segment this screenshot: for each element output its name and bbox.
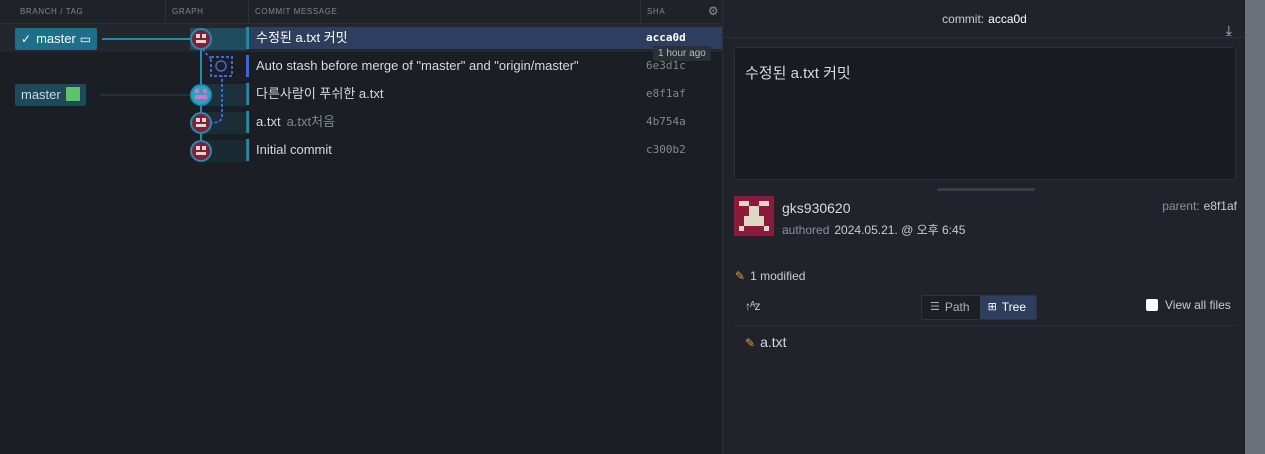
branch-label: master <box>21 87 61 102</box>
gear-icon[interactable]: ⚙ <box>707 5 720 18</box>
commit-message-text: 수정된 a.txt 커밋 <box>745 65 851 82</box>
authored-date: 2024.05.21. @ 오후 6:45 <box>834 223 966 237</box>
stash-node[interactable] <box>210 56 233 77</box>
commit-sha-value: acca0d <box>988 12 1027 26</box>
file-name: a.txt <box>760 334 787 350</box>
check-icon: ✓ <box>21 32 32 46</box>
tree-icon: ⊞ <box>987 301 997 313</box>
sort-az-icon[interactable]: ↑ᴬz <box>745 299 760 313</box>
commit-node-4b754a[interactable] <box>190 112 212 134</box>
parent-info[interactable]: parent: e8f1af <box>1162 199 1237 213</box>
file-item[interactable]: ✎ a.txt <box>745 334 787 350</box>
checkbox-box[interactable] <box>1146 299 1158 311</box>
stash-line <box>200 38 223 124</box>
author-name: gks930620 <box>782 200 851 216</box>
modified-count: ✎ 1 modified <box>735 269 805 283</box>
view-all-label: View all files <box>1165 298 1231 312</box>
list-icon: ☰ <box>930 301 940 313</box>
commit-node-acca0d[interactable] <box>190 28 212 50</box>
column-graph[interactable]: GRAPH <box>166 0 249 24</box>
pencil-icon: ✎ <box>745 336 756 350</box>
authored-info: authored 2024.05.21. @ 오후 6:45 <box>782 221 965 238</box>
branch-chip-remote-master[interactable]: master <box>15 84 86 106</box>
view-all-files-checkbox[interactable]: View all files <box>1146 298 1231 312</box>
commit-time-tooltip: 1 hour ago <box>653 46 711 61</box>
commit-message-box[interactable]: 수정된 a.txt 커밋 <box>734 47 1236 180</box>
commit-node-c300b2[interactable] <box>190 140 212 162</box>
git-client-window: BRANCH / TAG GRAPH COMMIT MESSAGE SHA ⚙ … <box>0 0 1265 454</box>
author-avatar <box>734 196 774 236</box>
commit-node-e8f1af[interactable] <box>190 84 212 106</box>
column-branch-tag[interactable]: BRANCH / TAG <box>14 0 166 24</box>
branch-chip-local-master[interactable]: ✓ master ▭ <box>15 28 98 50</box>
scrollbar[interactable] <box>1245 0 1265 454</box>
tree-view-label: Tree <box>1001 300 1027 314</box>
commit-label: commit: <box>942 12 985 26</box>
branch-label: master <box>36 31 76 46</box>
column-commit-message[interactable]: COMMIT MESSAGE <box>249 0 641 24</box>
download-icon[interactable]: ⤓ <box>1226 11 1232 49</box>
path-view-button[interactable]: ☰ Path <box>922 296 980 319</box>
parent-label: parent: <box>1162 199 1200 213</box>
file-view-toggle: ☰ Path ⊞ Tree <box>921 295 1038 320</box>
parent-sha: e8f1af <box>1203 199 1237 213</box>
modified-label: 1 modified <box>750 269 806 283</box>
resize-handle[interactable] <box>937 188 1035 191</box>
commit-graph <box>100 28 247 162</box>
authored-label: authored <box>782 223 830 237</box>
commit-detail-panel: commit: acca0d ⤓ 수정된 a.txt 커밋 gks930620 a… <box>722 0 1246 454</box>
remote-avatar-icon <box>65 87 80 101</box>
divider <box>734 325 1236 326</box>
path-view-label: Path <box>944 300 970 314</box>
laptop-icon: ▭ <box>79 32 92 46</box>
commit-detail-header: commit: acca0d ⤓ <box>723 0 1246 38</box>
column-header: BRANCH / TAG GRAPH COMMIT MESSAGE SHA ⚙ <box>0 0 722 24</box>
commit-graph-panel: BRANCH / TAG GRAPH COMMIT MESSAGE SHA ⚙ … <box>0 0 722 454</box>
tree-view-button[interactable]: ⊞ Tree <box>979 296 1037 319</box>
pencil-icon: ✎ <box>735 269 746 283</box>
